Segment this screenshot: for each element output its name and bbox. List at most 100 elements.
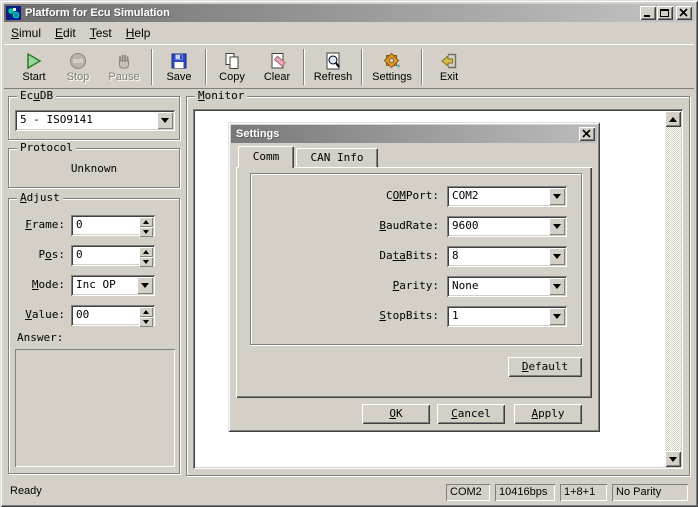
pos-value: 0 (76, 248, 83, 261)
chevron-down-icon (141, 283, 149, 292)
settings-icon (382, 51, 402, 71)
default-button[interactable]: Default (508, 357, 582, 377)
value-value: 00 (76, 308, 89, 321)
parity-combobox[interactable]: None (447, 276, 567, 297)
scroll-down-button[interactable] (665, 451, 681, 467)
menu-bar: Simul Edit Test Help (4, 23, 694, 43)
save-icon (169, 51, 189, 71)
chevron-down-icon (161, 118, 169, 127)
monitor-group-label: Monitor (195, 89, 247, 103)
window-title: Platform for Ecu Simulation (25, 7, 640, 19)
refresh-button[interactable]: Refresh (308, 47, 358, 87)
status-panel-com: COM2 (446, 484, 490, 501)
scroll-down-icon (669, 457, 677, 466)
baudrate-combobox[interactable]: 9600 (447, 216, 567, 237)
adjust-group: Adjust Frame: 0 Pos: 0 Mode: Inc OP Valu… (8, 198, 180, 474)
start-button[interactable]: Start (12, 47, 56, 87)
pos-spinedit[interactable]: 0 (71, 245, 155, 266)
stopbits-combobox[interactable]: 1 (447, 306, 567, 327)
monitor-vscrollbar[interactable] (665, 111, 681, 467)
pause-button[interactable]: Pause (100, 47, 148, 87)
clear-button[interactable]: Clear (254, 47, 300, 87)
adjust-group-label: Adjust (17, 191, 63, 205)
baudrate-value: 9600 (452, 219, 479, 232)
pos-spinner[interactable] (139, 247, 153, 264)
stop-button[interactable]: Stop (56, 47, 100, 87)
copy-button[interactable]: Copy (210, 47, 254, 87)
comport-label: COMPort: (311, 186, 439, 206)
close-button[interactable] (676, 6, 692, 20)
databits-dropdown-button[interactable] (549, 248, 565, 265)
value-spinner[interactable] (139, 307, 153, 324)
ok-button[interactable]: OK (362, 404, 430, 424)
exit-icon (439, 51, 459, 71)
stopbits-dropdown-button[interactable] (549, 308, 565, 325)
status-bar: Ready COM2 10416bps 1+8+1 No Parity (4, 481, 694, 503)
mode-combobox[interactable]: Inc OP (71, 275, 155, 296)
maximize-button[interactable] (657, 6, 673, 20)
mode-dropdown-button[interactable] (137, 277, 153, 294)
status-panel-framing: 1+8+1 (560, 484, 607, 501)
comport-dropdown-button[interactable] (549, 188, 565, 205)
menu-help[interactable]: Help (119, 24, 158, 42)
minimize-button[interactable] (640, 6, 656, 20)
protocol-value: Unknown (9, 162, 179, 175)
baudrate-dropdown-button[interactable] (549, 218, 565, 235)
protocol-group-label: Protocol (17, 141, 76, 155)
tab-can-info[interactable]: CAN Info (296, 148, 378, 167)
chevron-down-icon (553, 224, 561, 233)
spin-down-icon[interactable] (139, 257, 153, 267)
ecudb-dropdown-button[interactable] (157, 112, 173, 129)
apply-button[interactable]: Apply (514, 404, 582, 424)
menu-edit[interactable]: Edit (48, 24, 83, 42)
value-spinedit[interactable]: 00 (71, 305, 155, 326)
comm-tab-page: COMPort: COM2 BaudRate: 9600 DataBits: 8… (236, 167, 592, 398)
pause-icon (114, 51, 134, 71)
parity-dropdown-button[interactable] (549, 278, 565, 295)
menu-simul[interactable]: Simul (4, 24, 48, 42)
stop-icon (68, 51, 88, 71)
toolbar: Start Stop Pause (4, 44, 694, 89)
scroll-up-icon (669, 113, 677, 122)
title-bar[interactable]: Platform for Ecu Simulation (4, 4, 694, 22)
exit-button[interactable]: Exit (426, 47, 472, 87)
scroll-up-button[interactable] (665, 111, 681, 127)
spin-down-icon[interactable] (139, 317, 153, 327)
settings-dialog-titlebar[interactable]: Settings (231, 125, 597, 143)
ecudb-group-label: EcuDB (17, 89, 56, 103)
frame-value: 0 (76, 218, 83, 231)
settings-close-button[interactable] (579, 127, 595, 141)
ecudb-value: 5 - ISO9141 (20, 113, 93, 126)
spin-up-icon[interactable] (139, 217, 153, 227)
tab-comm[interactable]: Comm (238, 146, 294, 168)
settings-button[interactable]: Settings (366, 47, 418, 87)
status-panel-parity: No Parity (612, 484, 688, 501)
stopbits-value: 1 (452, 309, 459, 322)
ecudb-combobox[interactable]: 5 - ISO9141 (15, 110, 175, 131)
protocol-group: Protocol Unknown (8, 148, 180, 188)
toolbar-separator (361, 49, 363, 85)
mode-value: Inc OP (76, 278, 116, 291)
frame-spinner[interactable] (139, 217, 153, 234)
status-panel-baud: 10416bps (495, 484, 555, 501)
spin-down-icon[interactable] (139, 227, 153, 237)
databits-label: DataBits: (311, 246, 439, 266)
spin-up-icon[interactable] (139, 247, 153, 257)
databits-combobox[interactable]: 8 (447, 246, 567, 267)
toolbar-separator (303, 49, 305, 85)
menu-test[interactable]: Test (83, 24, 119, 42)
frame-spinedit[interactable]: 0 (71, 215, 155, 236)
toolbar-separator (205, 49, 207, 85)
minimize-icon (642, 8, 654, 18)
answer-box (15, 349, 175, 467)
settings-dialog-title: Settings (236, 128, 579, 140)
toolbar-separator (421, 49, 423, 85)
copy-icon (222, 51, 242, 71)
ecudb-group: EcuDB 5 - ISO9141 (8, 96, 180, 140)
comport-combobox[interactable]: COM2 (447, 186, 567, 207)
parity-value: None (452, 279, 479, 292)
stopbits-label: StopBits: (311, 306, 439, 326)
save-button[interactable]: Save (156, 47, 202, 87)
spin-up-icon[interactable] (139, 307, 153, 317)
cancel-button[interactable]: Cancel (437, 404, 505, 424)
